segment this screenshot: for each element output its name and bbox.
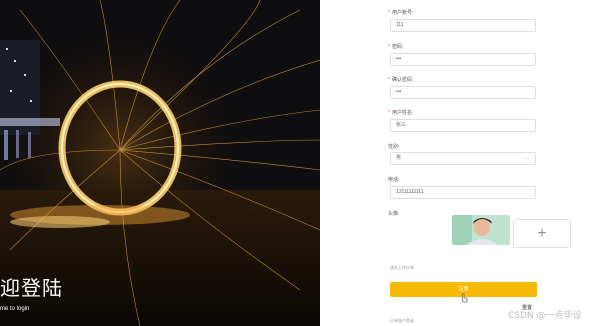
password-input[interactable]: ••• xyxy=(390,53,536,66)
required-mark: * xyxy=(388,44,390,50)
avatar-preview-image[interactable] xyxy=(452,215,510,245)
password-label: * 密码: xyxy=(388,44,404,50)
avatar-photo xyxy=(452,215,510,245)
confirm-password-label: * 确认密码: xyxy=(388,77,414,83)
username-label: * 用户姓名: xyxy=(388,110,414,116)
upload-hint: 请先上传头像 xyxy=(390,265,414,270)
welcome-title: 迎登陆 xyxy=(0,276,63,300)
login-link[interactable]: 已有账户登录 xyxy=(390,318,414,324)
confirm-password-input[interactable]: ••• xyxy=(390,86,536,99)
account-input[interactable]: 111 xyxy=(390,19,536,32)
hand-cursor-icon xyxy=(461,293,468,303)
avatar-upload-button[interactable]: + xyxy=(513,219,571,248)
avatar-label: 头像: xyxy=(388,211,400,217)
gender-label: 性别: xyxy=(388,144,400,150)
required-mark: * xyxy=(388,10,390,16)
account-label: * 用户账号: xyxy=(388,10,414,16)
gender-value: 男 xyxy=(396,155,402,161)
hero-image-panel: 迎登陆 me to login xyxy=(0,0,320,326)
required-mark: * xyxy=(388,110,390,116)
phone-input[interactable]: 13111111111 xyxy=(390,186,536,199)
required-mark: * xyxy=(388,77,390,83)
chevron-down-icon: ⌄ xyxy=(524,155,530,161)
gender-select[interactable]: 男 ⌄ xyxy=(390,152,536,165)
register-form: * 用户账号: 111 * 密码: ••• * 确认密码: ••• * 用户姓名: 张三… xyxy=(388,0,538,326)
welcome-subtitle: me to login xyxy=(0,306,30,312)
csdn-watermark: CSDN @一点毕设 xyxy=(508,311,582,321)
username-input[interactable]: 张三 xyxy=(390,119,536,132)
phone-label: 电话: xyxy=(388,177,400,183)
